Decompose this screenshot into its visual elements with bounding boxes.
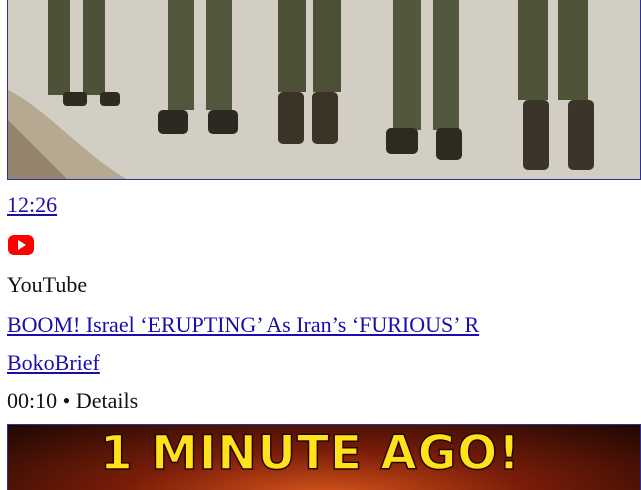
youtube-play-icon [8, 235, 34, 255]
search-results-page: 12:26 YouTube BOOM! Israel ‘ERUPTING’ As… [0, 0, 641, 490]
video-thumbnail[interactable] [7, 0, 641, 180]
channel-link[interactable]: BokoBrief [7, 349, 100, 377]
thumbnail-soldiers-image [8, 0, 640, 179]
thumbnail-banner-text: 1 MINUTE AGO! [99, 426, 521, 481]
video-source-label: YouTube [7, 272, 88, 297]
video-meta: 00:10 • Details [7, 388, 139, 413]
video-duration-link[interactable]: 12:26 [7, 191, 57, 219]
next-video-thumbnail[interactable]: 1 MINUTE AGO! [7, 424, 641, 490]
video-title-link[interactable]: BOOM! Israel ‘ERUPTING’ As Iran’s ‘FURIO… [7, 311, 479, 339]
